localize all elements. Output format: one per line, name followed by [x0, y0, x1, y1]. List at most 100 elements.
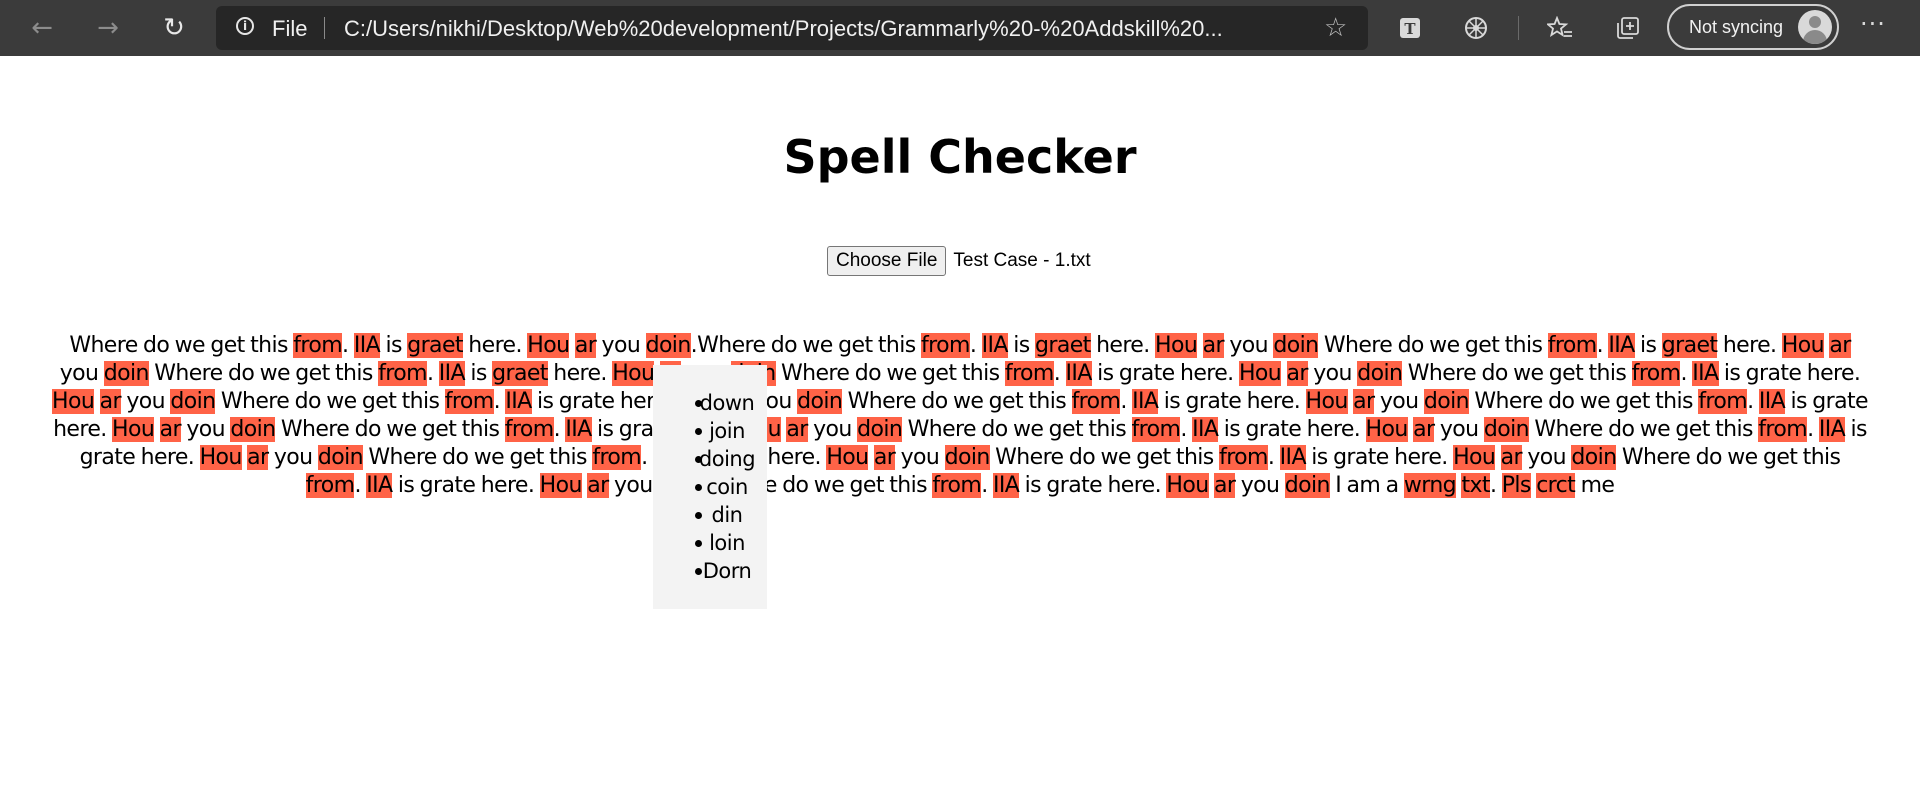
- misspelled-word[interactable]: doin: [1273, 333, 1319, 358]
- misspelled-word[interactable]: from: [305, 473, 355, 498]
- misspelled-word[interactable]: from: [293, 333, 343, 358]
- misspelled-word[interactable]: ar: [574, 333, 597, 358]
- misspelled-word[interactable]: wrng: [1403, 473, 1457, 498]
- misspelled-word[interactable]: ar: [99, 389, 122, 414]
- misspelled-word[interactable]: IIA: [1692, 361, 1719, 386]
- back-arrow-icon[interactable]: ←: [22, 8, 62, 48]
- misspelled-word[interactable]: graet: [492, 361, 548, 386]
- misspelled-word[interactable]: doin: [1483, 417, 1530, 442]
- misspelled-word[interactable]: doin: [857, 417, 903, 442]
- misspelled-word[interactable]: IIA: [1065, 361, 1092, 386]
- misspelled-word[interactable]: ar: [1413, 417, 1435, 442]
- more-icon[interactable]: ···: [1860, 10, 1886, 38]
- forward-arrow-icon[interactable]: →: [88, 8, 128, 48]
- misspelled-word[interactable]: doin: [1423, 389, 1470, 414]
- misspelled-word[interactable]: Hou: [112, 417, 155, 442]
- misspelled-word[interactable]: from: [932, 473, 982, 498]
- misspelled-word[interactable]: doin: [1284, 473, 1330, 498]
- misspelled-word[interactable]: txt: [1461, 473, 1491, 498]
- misspelled-word[interactable]: IIA: [1192, 417, 1219, 442]
- star-icon[interactable]: ☆: [1324, 13, 1347, 43]
- misspelled-word[interactable]: Hou: [1365, 417, 1408, 442]
- misspelled-word[interactable]: IIA: [505, 389, 532, 414]
- suggestion-item[interactable]: loin: [653, 529, 767, 557]
- misspelled-word[interactable]: doin: [230, 417, 276, 442]
- misspelled-word[interactable]: from: [1004, 361, 1054, 386]
- misspelled-word[interactable]: doin: [170, 389, 216, 414]
- misspelled-word[interactable]: doin: [317, 445, 364, 470]
- misspelled-word[interactable]: doin: [645, 333, 691, 358]
- misspelled-word[interactable]: IIA: [1608, 333, 1635, 358]
- suggestion-item[interactable]: doing: [653, 445, 767, 473]
- address-bar[interactable]: i File C:/Users/nikhi/Desktop/Web%20deve…: [216, 6, 1368, 50]
- misspelled-word[interactable]: Hou: [826, 445, 869, 470]
- suggestion-item[interactable]: join: [653, 417, 767, 445]
- misspelled-word[interactable]: from: [504, 417, 554, 442]
- reading-icon[interactable]: T: [1392, 10, 1428, 46]
- misspelled-word[interactable]: IIA: [1132, 389, 1159, 414]
- refresh-icon[interactable]: ↻: [154, 8, 194, 48]
- misspelled-word[interactable]: Pls: [1501, 473, 1531, 498]
- misspelled-word[interactable]: IIA: [438, 361, 466, 386]
- misspelled-word[interactable]: doin: [1357, 361, 1403, 386]
- misspelled-word[interactable]: IIA: [366, 473, 393, 498]
- misspelled-word[interactable]: ar: [1353, 389, 1375, 414]
- misspelled-word[interactable]: from: [444, 389, 494, 414]
- misspelled-word[interactable]: Hou: [527, 333, 570, 358]
- misspelled-word[interactable]: graet: [407, 333, 464, 358]
- misspelled-word[interactable]: ar: [1829, 333, 1851, 358]
- misspelled-word[interactable]: from: [1547, 333, 1597, 358]
- misspelled-word[interactable]: ar: [1213, 473, 1236, 498]
- misspelled-word[interactable]: ar: [1202, 333, 1225, 358]
- misspelled-word[interactable]: IIA: [993, 473, 1020, 498]
- not-syncing-button[interactable]: Not syncing: [1667, 4, 1839, 50]
- suggestion-item[interactable]: coin: [653, 473, 767, 501]
- misspelled-word[interactable]: doin: [1571, 445, 1617, 470]
- misspelled-word[interactable]: from: [1131, 417, 1181, 442]
- misspelled-word[interactable]: from: [1219, 445, 1268, 470]
- misspelled-word[interactable]: from: [378, 361, 428, 386]
- misspelled-word[interactable]: Hou: [612, 361, 655, 386]
- misspelled-word[interactable]: Hou: [1453, 445, 1496, 470]
- address-url[interactable]: C:/Users/nikhi/Desktop/Web%20development…: [344, 16, 1304, 42]
- misspelled-word[interactable]: IIA: [1758, 389, 1786, 414]
- misspelled-word[interactable]: ar: [587, 473, 609, 498]
- info-icon[interactable]: i: [236, 17, 254, 35]
- misspelled-word[interactable]: Hou: [1305, 389, 1348, 414]
- misspelled-word[interactable]: from: [1631, 361, 1681, 386]
- choose-file-button[interactable]: Choose File: [827, 246, 947, 276]
- misspelled-word[interactable]: graet: [1661, 333, 1718, 358]
- misspelled-word[interactable]: doin: [103, 361, 149, 386]
- misspelled-word[interactable]: Hou: [199, 445, 242, 470]
- misspelled-word[interactable]: ar: [159, 417, 182, 442]
- misspelled-word[interactable]: Hou: [1238, 361, 1282, 386]
- misspelled-word[interactable]: ar: [247, 445, 269, 470]
- suggestion-item[interactable]: Dorn: [653, 557, 767, 585]
- misspelled-word[interactable]: Hou: [539, 473, 582, 498]
- misspelled-word[interactable]: IIA: [981, 333, 1008, 358]
- collections-icon[interactable]: [1610, 10, 1646, 46]
- suggestion-item[interactable]: down: [653, 389, 767, 417]
- misspelled-word[interactable]: Hou: [1781, 333, 1825, 358]
- misspelled-word[interactable]: graet: [1035, 333, 1091, 358]
- misspelled-word[interactable]: ar: [873, 445, 896, 470]
- misspelled-word[interactable]: IIA: [1279, 445, 1307, 470]
- misspelled-word[interactable]: IIA: [1818, 417, 1846, 442]
- misspelled-word[interactable]: from: [1071, 389, 1121, 414]
- misspelled-word[interactable]: IIA: [353, 333, 381, 358]
- misspelled-word[interactable]: Hou: [1155, 333, 1198, 358]
- misspelled-word[interactable]: ar: [1286, 361, 1308, 386]
- misspelled-word[interactable]: Hou: [52, 389, 95, 414]
- misspelled-word[interactable]: from: [921, 333, 970, 358]
- misspelled-word[interactable]: IIA: [565, 417, 592, 442]
- misspelled-word[interactable]: ar: [1500, 445, 1523, 470]
- misspelled-word[interactable]: crct: [1536, 473, 1576, 498]
- misspelled-word[interactable]: from: [1758, 417, 1808, 442]
- favorites-icon[interactable]: [1542, 10, 1578, 46]
- misspelled-word[interactable]: doin: [944, 445, 990, 470]
- extension-icon[interactable]: [1458, 10, 1494, 46]
- misspelled-word[interactable]: ar: [786, 417, 808, 442]
- misspelled-word[interactable]: from: [1698, 389, 1748, 414]
- misspelled-word[interactable]: from: [592, 445, 642, 470]
- misspelled-word[interactable]: Hou: [1166, 473, 1209, 498]
